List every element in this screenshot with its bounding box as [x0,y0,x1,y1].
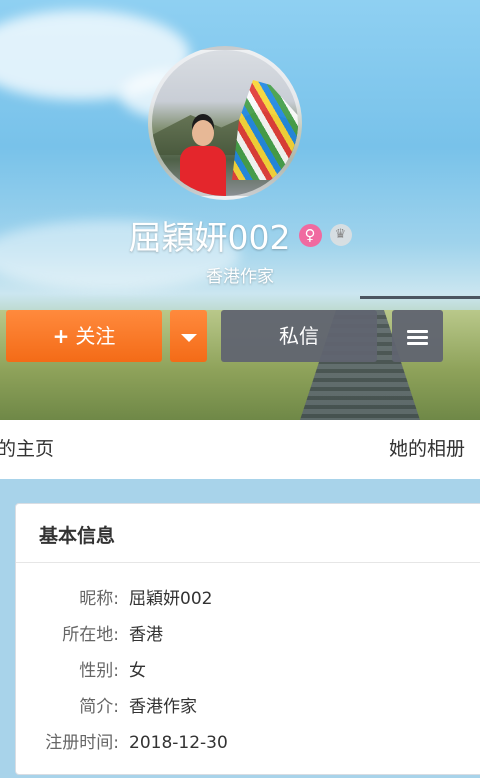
divider [16,562,480,563]
info-label: 注册时间: [45,733,119,753]
avatar[interactable] [148,46,302,200]
caret-down-icon [180,333,197,342]
info-row-location: 所在地: 香港 [16,620,476,645]
info-value: 2018-12-30 [129,733,228,753]
prayer-flags [232,80,298,180]
basic-info-card: 基本信息 昵称: 屈穎妍002 所在地: 香港 性别: 女 简介: 香港作家 注册时间:… [15,503,480,775]
info-label: 昵称: [79,589,119,609]
info-row-bio: 简介: 香港作家 [16,692,476,717]
profile-subtitle: 香港作家 [206,267,274,287]
profile-tabs: 的主页 她的相册 [0,420,480,479]
avatar-person [180,120,226,196]
menu-icon [407,327,428,348]
message-button[interactable]: 私信 [221,310,377,362]
female-icon: ♀ [298,223,322,247]
more-menu-button[interactable] [392,310,443,362]
info-value: 女 [129,661,146,681]
follow-dropdown-button[interactable] [170,310,207,362]
info-value: 香港作家 [129,697,197,717]
tab-album[interactable]: 她的相册 [389,420,465,479]
message-label: 私信 [279,324,319,348]
card-title: 基本信息 [39,525,116,547]
info-row-nickname: 昵称: 屈穎妍002 [16,584,476,609]
plus-icon: + [52,324,70,348]
follow-button[interactable]: + 关注 [6,310,162,362]
crown-icon[interactable]: ♛ [329,224,352,246]
info-value: 屈穎妍002 [129,589,213,609]
info-label: 所在地: [62,625,119,645]
profile-name: 屈穎妍002 [128,218,291,257]
profile-name-row: 屈穎妍002 ♀ ♛ [0,211,480,259]
info-row-registered: 注册时间: 2018-12-30 [16,728,476,753]
info-row-gender: 性别: 女 [16,656,476,681]
info-label: 性别: [79,661,119,681]
follow-label: 关注 [75,324,116,348]
info-value: 香港 [129,625,163,645]
tab-home[interactable]: 的主页 [0,420,54,479]
info-label: 简介: [79,697,119,717]
